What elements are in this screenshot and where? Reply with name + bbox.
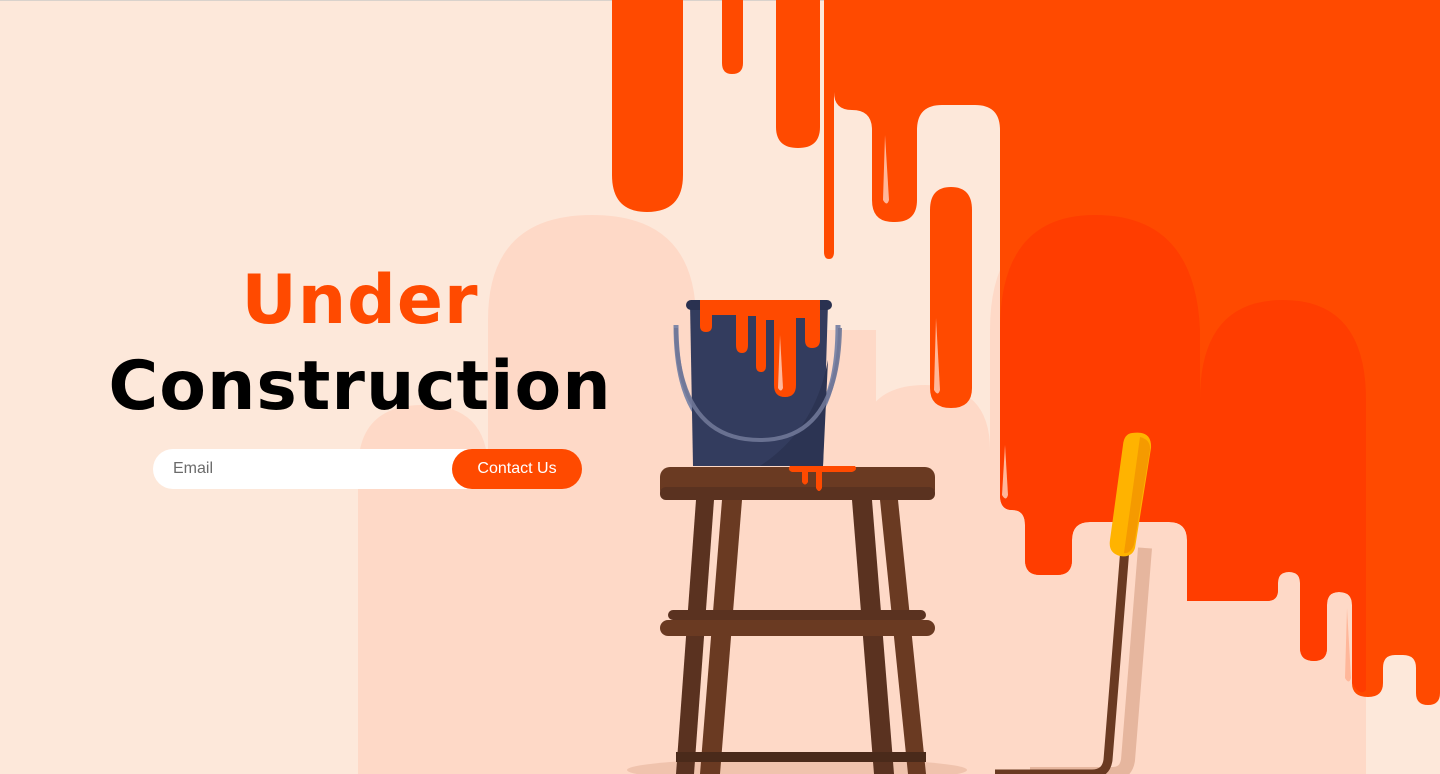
hero-heading: Under Construction [100, 258, 620, 430]
title-under: Under [241, 261, 479, 340]
email-input[interactable] [153, 449, 483, 489]
contact-us-button[interactable]: Contact Us [452, 449, 582, 489]
contact-form: Contact Us [153, 449, 583, 489]
title-construction: Construction [108, 347, 612, 426]
